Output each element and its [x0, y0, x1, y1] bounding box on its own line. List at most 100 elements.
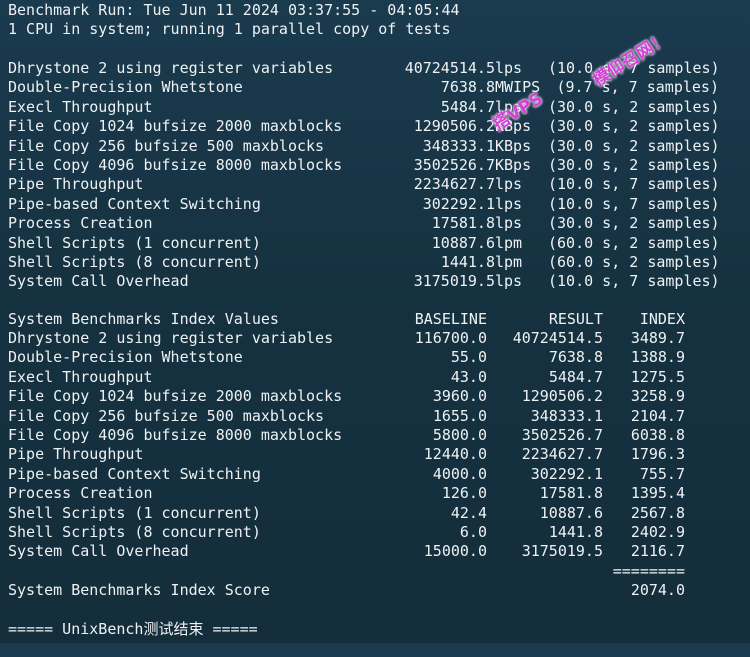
result-row: Shell Scripts (1 concurrent) 10887.6 lpm (6… [8, 234, 748, 253]
result-value: 348333.1 [422, 136, 495, 155]
result-unit: lps [495, 194, 523, 213]
index-table-title: System Benchmarks Index Values [8, 310, 279, 328]
index-table-row: File Copy 4096 bufsize 8000 maxblocks 580… [8, 426, 748, 445]
result-name: Execl Throughput [8, 97, 153, 116]
index-value: 1275.5 [630, 367, 685, 386]
result-name: Process Creation [8, 214, 153, 233]
result-value: 3175019.5 [413, 272, 495, 291]
result-detail: (30.0 s, 2 samples) [548, 214, 720, 233]
result-name: Pipe-based Context Switching [8, 194, 261, 213]
col-baseline-header: BASELINE [414, 310, 487, 328]
index-value: 2402.9 [630, 523, 685, 541]
result-name: Pipe Throughput [8, 175, 144, 194]
index-result: 3175019.5 [521, 542, 603, 561]
result-row: System Call Overhead 3175019.5 lps (10.0 s,… [8, 272, 748, 291]
result-unit: lps [495, 59, 523, 77]
cpu-info-line: 1 CPU in system; running 1 parallel copy… [8, 20, 451, 38]
result-value: 5484.7 [440, 97, 495, 116]
result-detail: (60.0 s, 2 samples) [548, 233, 720, 252]
index-baseline: 42.4 [450, 503, 487, 522]
index-value: 3258.9 [630, 387, 685, 406]
result-row: Execl Throughput 5484.7 lps (30.0 s, 2 samp… [8, 98, 748, 117]
result-detail: (9.7 s, 7 samples) [556, 78, 719, 97]
index-result: 348333.1 [530, 406, 603, 425]
result-value: 3502526.7 [413, 156, 495, 174]
index-table-row: Pipe-based Context Switching 4000.0 302292… [8, 465, 748, 484]
result-name: Shell Scripts (1 concurrent) [8, 233, 261, 252]
index-table-row: System Call Overhead 15000.0 3175019.5 2116… [8, 542, 748, 561]
index-value: 2567.8 [630, 503, 685, 522]
result-row: File Copy 256 bufsize 500 maxblocks 34833… [8, 137, 748, 156]
index-test-name: Double-Precision Whetstone [8, 348, 243, 367]
index-result: 302292.1 [530, 464, 603, 483]
result-row: Pipe-based Context Switching 302292.1 lps (… [8, 195, 748, 214]
result-value: 7638.8 [440, 78, 495, 97]
index-baseline: 3960.0 [432, 387, 487, 406]
index-value: 755.7 [639, 464, 685, 483]
result-detail: (30.0 s, 2 samples) [548, 156, 720, 174]
footer-line: ===== UnixBench测试结束 ===== [8, 620, 258, 638]
result-unit: lps [495, 272, 523, 291]
result-detail: (10.0 s, 7 samples) [548, 194, 720, 213]
index-table-row: File Copy 1024 bufsize 2000 maxblocks 396… [8, 387, 748, 406]
result-unit: lpm [495, 233, 523, 252]
index-baseline: 5800.0 [432, 426, 487, 444]
index-baseline: 4000.0 [432, 464, 487, 483]
index-result: 1290506.2 [521, 387, 603, 406]
result-row: Pipe Throughput 2234627.7 lps (10.0 s, 7 sa… [8, 175, 748, 194]
col-result-header: RESULT [548, 310, 603, 328]
index-table-row: Double-Precision Whetstone 55.0 7638.8 1388… [8, 348, 748, 367]
result-detail: (30.0 s, 2 samples) [548, 136, 720, 155]
index-baseline: 6.0 [459, 523, 487, 541]
index-result: 7638.8 [548, 348, 603, 367]
result-name: File Copy 256 bufsize 500 maxblocks [8, 136, 325, 155]
result-row: Process Creation 17581.8 lps (30.0 s, 2 sam… [8, 214, 748, 233]
index-result: 3502526.7 [521, 426, 603, 444]
result-row: Double-Precision Whetstone 7638.8 MWIPS (9.… [8, 78, 748, 97]
result-detail: (30.0 s, 2 samples) [548, 117, 720, 136]
index-baseline: 43.0 [450, 367, 487, 386]
index-value: 1388.9 [630, 348, 685, 367]
result-name: File Copy 1024 bufsize 2000 maxblocks [8, 117, 343, 136]
index-header-row: System Benchmarks Index Values BASELINE … [8, 310, 748, 329]
index-value: 2104.7 [630, 406, 685, 425]
col-index-header: INDEX [639, 310, 685, 328]
index-test-name: File Copy 256 bufsize 500 maxblocks [8, 406, 325, 425]
result-value: 302292.1 [422, 194, 495, 213]
index-test-name: Shell Scripts (8 concurrent) [8, 523, 261, 541]
index-table-row: Process Creation 126.0 17581.8 1395.4 [8, 484, 748, 503]
index-result: 5484.7 [548, 367, 603, 386]
result-detail: (30.0 s, 2 samples) [548, 97, 720, 116]
index-baseline: 126.0 [441, 484, 487, 503]
index-test-name: File Copy 4096 bufsize 8000 maxblocks [8, 426, 343, 444]
index-table-row: Shell Scripts (8 concurrent) 6.0 1441.8 240… [8, 523, 748, 542]
result-value: 40724514.5 [404, 59, 495, 77]
result-value: 1441.8 [440, 253, 495, 271]
result-row: File Copy 1024 bufsize 2000 maxblocks 129… [8, 117, 748, 136]
result-name: Shell Scripts (8 concurrent) [8, 253, 261, 271]
index-table-row: File Copy 256 bufsize 500 maxblocks 1655.… [8, 407, 748, 426]
index-value: 3489.7 [630, 329, 685, 347]
result-unit: lps [495, 214, 523, 233]
index-result: 40724514.5 [512, 329, 603, 347]
index-test-name: File Copy 1024 bufsize 2000 maxblocks [8, 387, 343, 406]
terminal-window: Benchmark Run: Tue Jun 11 2024 03:37:55 … [0, 0, 750, 643]
index-test-name: Execl Throughput [8, 367, 153, 386]
result-unit: lps [495, 175, 523, 194]
result-value: 1290506.2 [413, 117, 495, 136]
index-baseline: 55.0 [450, 348, 487, 367]
index-table-row: Dhrystone 2 using register variables 1167… [8, 329, 748, 348]
index-table-row: Pipe Throughput 12440.0 2234627.7 1796.3 [8, 445, 748, 464]
result-detail: (60.0 s, 2 samples) [548, 253, 720, 271]
result-name: Dhrystone 2 using register variables [8, 59, 334, 77]
index-baseline: 12440.0 [423, 445, 487, 464]
index-result: 1441.8 [548, 523, 603, 541]
result-unit: KBps [495, 136, 532, 155]
index-score-label: System Benchmarks Index Score [8, 581, 270, 599]
index-result: 2234627.7 [521, 445, 603, 464]
benchmark-run-line: Benchmark Run: Tue Jun 11 2024 03:37:55 … [8, 1, 460, 19]
index-table-row: Execl Throughput 43.0 5484.7 1275.5 [8, 368, 748, 387]
separator-row: ======== [8, 562, 748, 581]
index-test-name: Process Creation [8, 484, 153, 503]
index-score-row: System Benchmarks Index Score 2074.0 [8, 581, 748, 600]
